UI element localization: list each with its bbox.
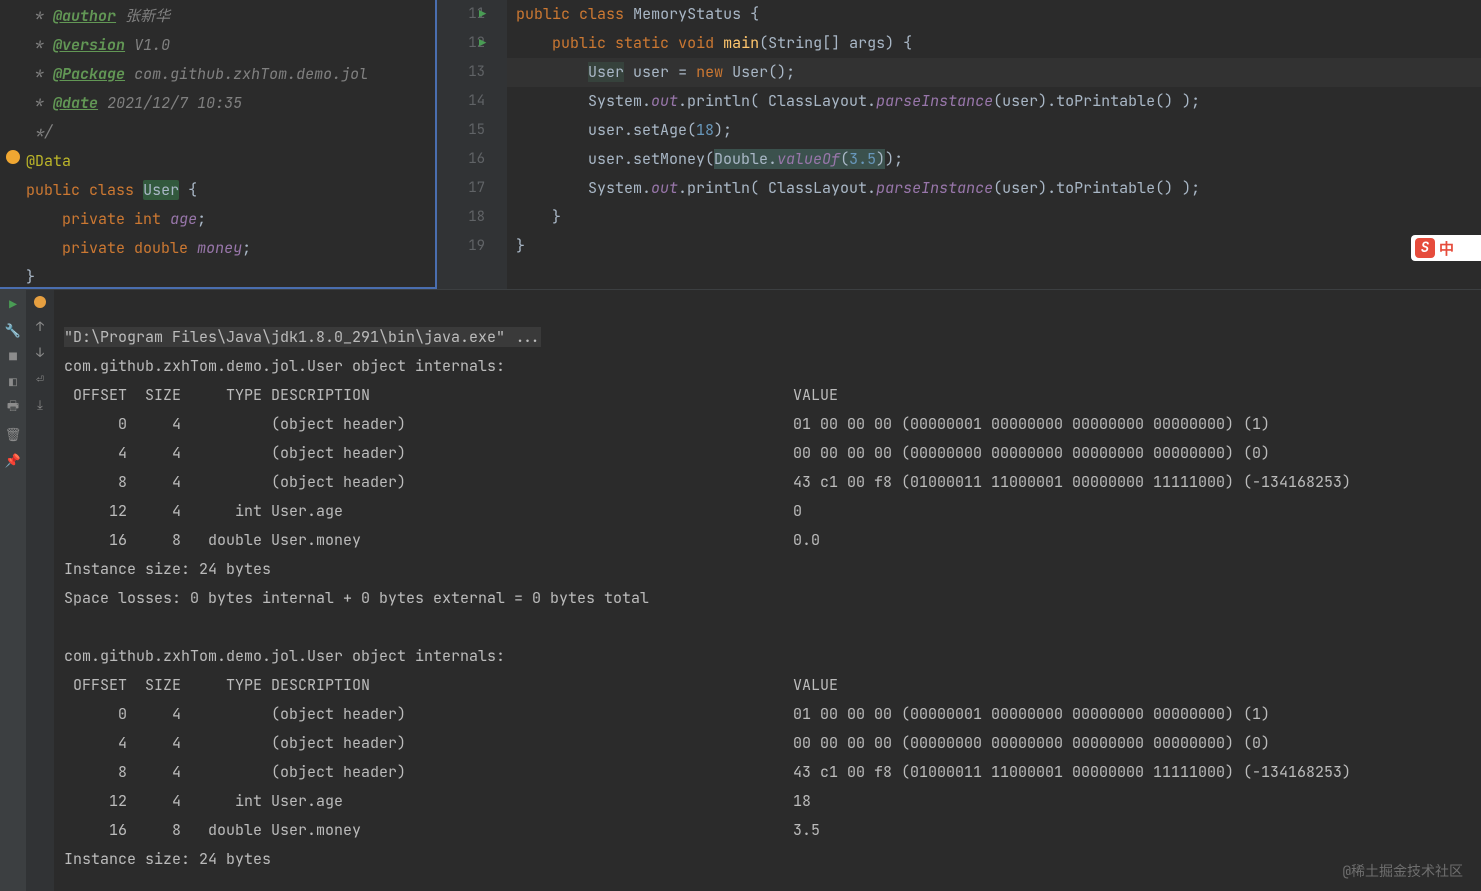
main-editor[interactable]: ▶11 ▶12 13 14 15 16 17 18 19 public clas…: [437, 0, 1481, 289]
output-line: 0 4 (object header) 01 00 00 00 (0000000…: [64, 414, 1270, 434]
line-number: 16: [437, 145, 485, 174]
annotation-line: @Data: [26, 147, 429, 176]
output-line: 8 4 (object header) 43 c1 00 f8 (0100001…: [64, 472, 1351, 492]
code-line: user.setAge(18);: [507, 116, 1481, 145]
stop-icon[interactable]: ■: [5, 348, 21, 364]
scroll-to-end-icon[interactable]: ⤓: [32, 396, 48, 412]
javadoc-line: * @Package com.github.zxhTom.demo.jol: [26, 60, 429, 89]
javadoc-end: */: [26, 118, 429, 147]
up-arrow-icon[interactable]: ↑: [32, 318, 48, 334]
ime-lang: 中: [1439, 238, 1454, 259]
output-line: 0 4 (object header) 01 00 00 00 (0000000…: [64, 704, 1270, 724]
line-number: 14: [437, 87, 485, 116]
run-toolbar-left: ▶ 🔧 ■ ◧ 🖶 🗑 📌: [0, 290, 26, 891]
code-line: user.setMoney(Double.valueOf(3.5));: [507, 145, 1481, 174]
output-line: 16 8 double User.money 3.5: [64, 820, 820, 840]
down-arrow-icon[interactable]: ↓: [32, 344, 48, 360]
output-line: OFFSET SIZE TYPE DESCRIPTION VALUE: [64, 675, 838, 695]
javadoc-line: * @author 张新华: [26, 2, 429, 31]
status-dot-icon[interactable]: [34, 296, 46, 308]
code-line: public class MemoryStatus {: [507, 0, 1481, 29]
print-icon[interactable]: 🖶: [5, 400, 21, 416]
output-line: Instance size: 24 bytes: [64, 559, 271, 579]
camera-icon[interactable]: ◧: [5, 374, 21, 390]
output-line: OFFSET SIZE TYPE DESCRIPTION VALUE: [64, 385, 838, 405]
console-output[interactable]: "D:\Program Files\Java\jdk1.8.0_291\bin\…: [54, 290, 1481, 891]
pin-icon[interactable]: 📌: [5, 452, 21, 468]
javadoc-line: * @version V1.0: [26, 31, 429, 60]
code-area[interactable]: public class MemoryStatus { public stati…: [507, 0, 1481, 289]
code-line: System.out.println( ClassLayout.parseIns…: [507, 87, 1481, 116]
javadoc-line: * @date 2021/12/7 10:35: [26, 89, 429, 118]
class-decl: public class User {: [26, 176, 429, 205]
output-line: Instance size: 24 bytes: [64, 849, 271, 869]
output-line: 4 4 (object header) 00 00 00 00 (0000000…: [64, 733, 1270, 753]
editor-split-pane: * @author 张新华 * @version V1.0 * @Package…: [0, 0, 1481, 290]
code-line: }: [507, 203, 1481, 232]
run-tool-window: ▶ 🔧 ■ ◧ 🖶 🗑 📌 ↑ ↓ ⏎ ⤓ "D:\Program Files\…: [0, 290, 1481, 891]
run-toolbar-right: ↑ ↓ ⏎ ⤓: [26, 290, 54, 891]
field-line: private int age;: [26, 205, 429, 234]
command-line: "D:\Program Files\Java\jdk1.8.0_291\bin\…: [64, 327, 541, 347]
trash-icon[interactable]: 🗑: [5, 426, 21, 442]
run-gutter-icon[interactable]: ▶: [479, 29, 486, 58]
output-line: 16 8 double User.money 0.0: [64, 530, 820, 550]
gutter[interactable]: ▶11 ▶12 13 14 15 16 17 18 19: [437, 0, 507, 289]
run-gutter-icon[interactable]: ▶: [479, 0, 486, 29]
brace-close: }: [26, 263, 429, 292]
wrench-icon[interactable]: 🔧: [5, 322, 21, 338]
field-line: private double money;: [26, 234, 429, 263]
output-line: 8 4 (object header) 43 c1 00 f8 (0100001…: [64, 762, 1351, 782]
line-number: 18: [437, 203, 485, 232]
output-line: 12 4 int User.age 18: [64, 791, 811, 811]
ime-indicator[interactable]: S 中: [1411, 235, 1481, 261]
code-line-current: User user = new User();: [507, 58, 1481, 87]
output-line: com.github.zxhTom.demo.jol.User object i…: [64, 646, 505, 666]
line-number: 19: [437, 232, 485, 261]
code-line: }: [507, 232, 1481, 261]
sogou-icon: S: [1415, 238, 1435, 258]
output-line: 12 4 int User.age 0: [64, 501, 802, 521]
line-number: 13: [437, 58, 485, 87]
output-line: Space losses: 0 bytes internal + 0 bytes…: [64, 588, 649, 608]
output-line: 4 4 (object header) 00 00 00 00 (0000000…: [64, 443, 1270, 463]
soft-wrap-icon[interactable]: ⏎: [32, 370, 48, 386]
intention-bulb-icon[interactable]: [6, 150, 20, 164]
rerun-icon[interactable]: ▶: [5, 296, 21, 312]
left-editor-popup[interactable]: * @author 张新华 * @version V1.0 * @Package…: [0, 0, 437, 289]
line-number: 17: [437, 174, 485, 203]
output-line: com.github.zxhTom.demo.jol.User object i…: [64, 356, 505, 376]
line-number: 15: [437, 116, 485, 145]
code-line: public static void main(String[] args) {: [507, 29, 1481, 58]
watermark-text: @稀土掘金技术社区: [1343, 861, 1463, 881]
code-line: System.out.println( ClassLayout.parseIns…: [507, 174, 1481, 203]
